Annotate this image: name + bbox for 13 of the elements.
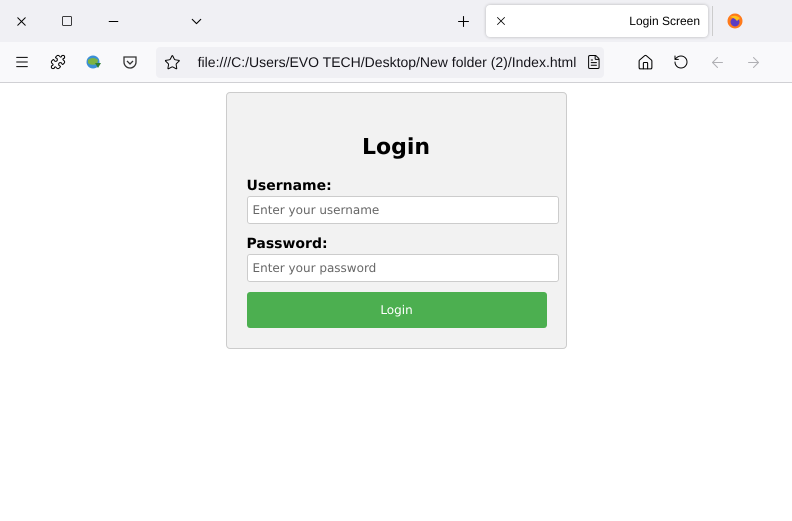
- page-icon: [586, 54, 602, 70]
- address-text: file:///C:/Users/EVO TECH/Desktop/New folder (2)/Index.html: [198, 52, 576, 72]
- tab-close-icon: [494, 14, 508, 28]
- field-label: Username:: [246, 177, 333, 195]
- input-field[interactable]: Enter your password: [246, 254, 558, 282]
- field-label: Password:: [246, 235, 329, 253]
- tab-title: Login Screen: [629, 13, 700, 30]
- login-heading: Login: [360, 134, 432, 162]
- input-field[interactable]: Enter your username: [246, 196, 558, 224]
- address-bar[interactable]: file:///C:/Users/EVO TECH/Desktop/New folder (2)/Index.html: [156, 46, 604, 78]
- browser-tab[interactable]: Login Screen: [486, 5, 708, 37]
- bookmark-star-icon: [164, 54, 181, 70]
- browser-logo-icon: [727, 13, 743, 29]
